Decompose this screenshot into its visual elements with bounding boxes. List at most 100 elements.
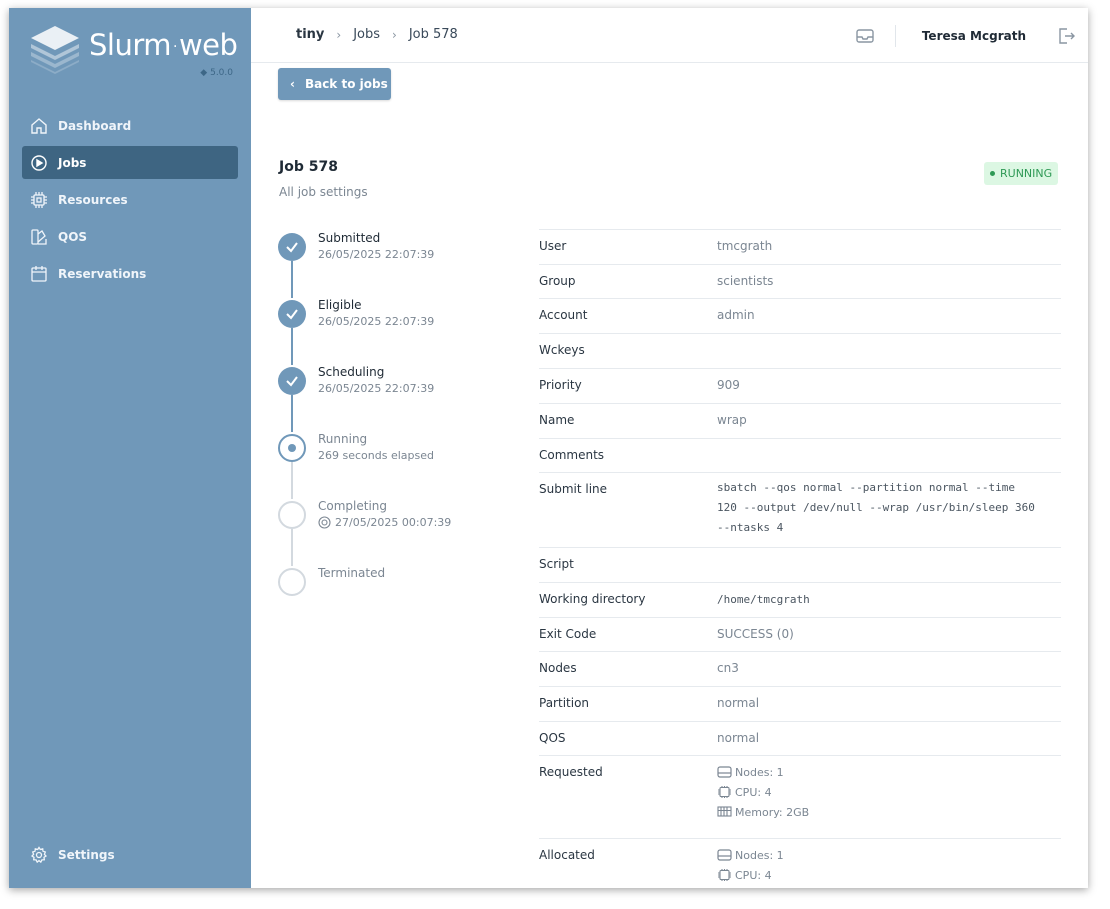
- chevron-right-icon: ›: [336, 27, 342, 42]
- detail-value: admin: [717, 308, 755, 322]
- detail-key: Name: [539, 413, 575, 427]
- detail-row-nodes: Nodes cn3: [539, 651, 1061, 686]
- memory-icon: [717, 805, 732, 819]
- detail-value: wrap: [717, 413, 747, 427]
- detail-key: Nodes: [539, 661, 577, 675]
- submit-line-text: --ntasks 4: [717, 521, 784, 534]
- breadcrumb-current: Job 578: [408, 27, 458, 42]
- resource-text: Memory: 2GB: [735, 805, 810, 819]
- sidebar: Slurm ·web ◆ 5.0.0 Dashboard Jobs Resour…: [9, 8, 251, 888]
- chevron-left-icon: ‹: [290, 77, 295, 91]
- resource-cpu: CPU: 4: [717, 868, 1061, 882]
- submit-line-text: sbatch --qos normal --partition normal -…: [717, 481, 1016, 494]
- gear-icon: [30, 845, 48, 864]
- logo-text: Slurm ·web: [89, 28, 238, 62]
- detail-key: Allocated: [539, 848, 595, 862]
- sidebar-item-qos[interactable]: QOS: [22, 220, 238, 253]
- detail-key: Wckeys: [539, 343, 585, 357]
- detail-row-script: Script: [539, 547, 1061, 582]
- logout-icon[interactable]: [1056, 26, 1076, 46]
- detail-key: Working directory: [539, 592, 646, 606]
- detail-key: Partition: [539, 696, 590, 710]
- detail-row-allocated: Allocated Nodes: 1 CPU: 4: [539, 838, 1061, 888]
- detail-row-priority: Priority 909: [539, 368, 1061, 403]
- resource-nodes: Nodes: 1: [717, 848, 1061, 862]
- sidebar-item-label: Settings: [58, 847, 115, 862]
- resource-memory: Memory: 2GB: [717, 805, 1061, 819]
- sidebar-item-label: Dashboard: [58, 118, 132, 133]
- detail-row-wckeys: Wckeys: [539, 333, 1061, 368]
- clock-icon: [318, 516, 331, 529]
- detail-value: SUCCESS (0): [717, 627, 794, 641]
- detail-value: [717, 439, 1061, 472]
- cpu-chip-icon: [30, 191, 48, 209]
- sidebar-item-label: Reservations: [58, 266, 147, 281]
- cpu-chip-icon: [717, 868, 732, 882]
- step-date: 27/05/2025 00:07:39: [335, 516, 452, 529]
- home-icon: [30, 117, 48, 135]
- step-date: 26/05/2025 22:07:39: [318, 315, 435, 328]
- step-elapsed: 269 seconds elapsed: [318, 449, 434, 462]
- timeline-step-terminated: Terminated: [278, 566, 518, 606]
- allocated-resources: Nodes: 1 CPU: 4: [717, 839, 1061, 888]
- breadcrumb-cluster[interactable]: tiny: [296, 27, 324, 42]
- detail-value: cn3: [717, 661, 739, 675]
- logo-word-2: web: [178, 28, 238, 62]
- submit-line-text: 120 --output /dev/null --wrap /usr/bin/s…: [717, 501, 1035, 514]
- sidebar-item-resources[interactable]: Resources: [22, 183, 238, 216]
- step-label: Submitted: [318, 231, 381, 245]
- step-label: Scheduling: [318, 365, 385, 379]
- sidebar-item-settings[interactable]: Settings: [22, 838, 238, 871]
- detail-key: Priority: [539, 378, 582, 392]
- back-to-jobs-button[interactable]: ‹ Back to jobs: [278, 68, 391, 100]
- step-date: 26/05/2025 22:07:39: [318, 248, 435, 261]
- play-circle-icon: [30, 154, 48, 172]
- requested-resources: Nodes: 1 CPU: 4 Memory: 2GB: [717, 756, 1061, 838]
- resource-cpu: CPU: 4: [717, 785, 1061, 799]
- sidebar-item-label: Resources: [58, 192, 128, 207]
- user-name[interactable]: Teresa Mcgrath: [922, 29, 1026, 43]
- app-window: Slurm ·web ◆ 5.0.0 Dashboard Jobs Resour…: [9, 8, 1088, 888]
- step-label: Terminated: [318, 566, 386, 580]
- step-date-row: 27/05/2025 00:07:39: [318, 516, 451, 529]
- resource-text: CPU: 4: [735, 785, 772, 799]
- detail-row-partition: Partition normal: [539, 686, 1061, 721]
- pending-step-icon: [278, 568, 306, 596]
- detail-key: Script: [539, 557, 574, 571]
- app-logo[interactable]: Slurm ·web ◆ 5.0.0: [29, 24, 239, 84]
- version-badge: ◆ 5.0.0: [200, 68, 233, 78]
- detail-value: scientists: [717, 274, 774, 288]
- detail-row-name: Name wrap: [539, 403, 1061, 438]
- sidebar-item-dashboard[interactable]: Dashboard: [22, 109, 238, 142]
- step-label: Running: [318, 432, 368, 446]
- sidebar-item-reservations[interactable]: Reservations: [22, 257, 238, 290]
- logo-word-1: Slurm: [89, 28, 172, 62]
- main-content: ‹ Back to jobs Job 578 All job settings …: [251, 63, 1088, 888]
- detail-row-comments: Comments: [539, 438, 1061, 472]
- resource-text: Nodes: 1: [735, 765, 784, 779]
- logo-dot: ·: [173, 39, 177, 55]
- step-label: Eligible: [318, 298, 362, 312]
- sidebar-item-jobs[interactable]: Jobs: [22, 146, 238, 179]
- step-label: Completing: [318, 499, 388, 513]
- timeline-step-completing: Completing 27/05/2025 00:07:39: [278, 499, 518, 539]
- inbox-icon[interactable]: [855, 26, 875, 46]
- detail-row-working-directory: Working directory /home/tmcgrath: [539, 582, 1061, 617]
- pending-step-icon: [278, 501, 306, 529]
- detail-row-user: User tmcgrath: [539, 229, 1061, 264]
- step-date: 26/05/2025 22:07:39: [318, 382, 435, 395]
- sidebar-settings: Settings: [22, 838, 238, 875]
- server-icon: [717, 848, 732, 862]
- swatch-icon: [30, 228, 48, 246]
- detail-row-qos: QOS normal: [539, 721, 1061, 755]
- breadcrumb-jobs[interactable]: Jobs: [353, 27, 380, 42]
- sidebar-item-label: QOS: [58, 229, 88, 244]
- resource-nodes: Nodes: 1: [717, 765, 1061, 779]
- detail-value: [717, 334, 1061, 368]
- status-text: RUNNING: [1000, 167, 1053, 180]
- detail-row-requested: Requested Nodes: 1 CPU: 4 Memory: 2GB: [539, 755, 1061, 838]
- detail-key: Requested: [539, 765, 603, 779]
- detail-value: normal: [717, 696, 760, 710]
- detail-row-submit-line: Submit line sbatch --qos normal --partit…: [539, 472, 1061, 547]
- detail-row-account: Account admin: [539, 298, 1061, 333]
